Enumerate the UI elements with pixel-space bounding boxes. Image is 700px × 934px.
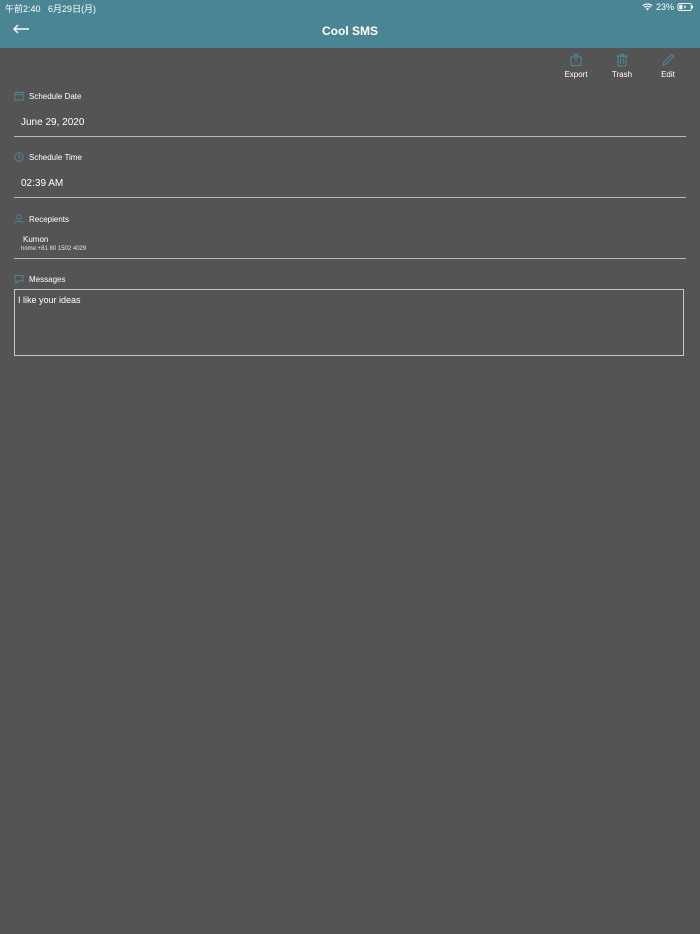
trash-icon <box>616 53 628 67</box>
divider <box>14 197 686 198</box>
recipient-name[interactable]: Kumon <box>23 235 48 244</box>
export-label: Export <box>564 70 588 79</box>
schedule-time-label-text: Schedule Time <box>29 152 82 162</box>
calendar-icon <box>14 91 24 101</box>
divider <box>14 136 686 137</box>
trash-label: Trash <box>611 70 633 79</box>
messages-label-text: Messages <box>29 274 66 284</box>
schedule-date-label: Schedule Date <box>14 91 81 101</box>
messages-label: Messages <box>14 274 65 284</box>
status-indicators: 23% <box>642 2 694 12</box>
edit-button[interactable]: Edit <box>650 53 686 79</box>
divider <box>14 258 686 259</box>
schedule-date-value[interactable]: June 29, 2020 <box>21 117 84 128</box>
action-toolbar: Export Trash Edit <box>558 53 686 79</box>
export-button[interactable]: Export <box>558 53 594 79</box>
clock-icon <box>14 152 24 162</box>
recipients-label: Recepients <box>14 214 69 224</box>
recipient-phone: home:+81 80 1502 4029 <box>21 246 87 252</box>
status-date: 6月29日(月) <box>48 4 97 14</box>
message-bubble-icon <box>14 275 24 284</box>
status-time: 午前2:40 6月29日(月) <box>5 2 96 15</box>
page-title: Cool SMS <box>322 24 378 38</box>
message-textarea[interactable]: I like your ideas <box>14 289 684 356</box>
pencil-icon <box>662 53 675 66</box>
schedule-time-value[interactable]: 02:39 AM <box>21 178 63 189</box>
schedule-time-label: Schedule Time <box>14 152 82 162</box>
trash-button[interactable]: Trash <box>604 53 640 79</box>
wifi-icon <box>642 3 653 11</box>
battery-percent: 23% <box>655 2 674 12</box>
schedule-date-label-text: Schedule Date <box>29 91 82 101</box>
navigation-bar: 午前2:40 6月29日(月) 23% Cool SMS <box>0 0 700 48</box>
person-icon <box>14 214 24 224</box>
status-clock: 午前2:40 <box>5 4 41 14</box>
battery-icon <box>677 3 694 11</box>
recipients-label-text: Recepients <box>29 214 70 224</box>
edit-label: Edit <box>661 70 675 79</box>
export-icon <box>570 53 582 67</box>
